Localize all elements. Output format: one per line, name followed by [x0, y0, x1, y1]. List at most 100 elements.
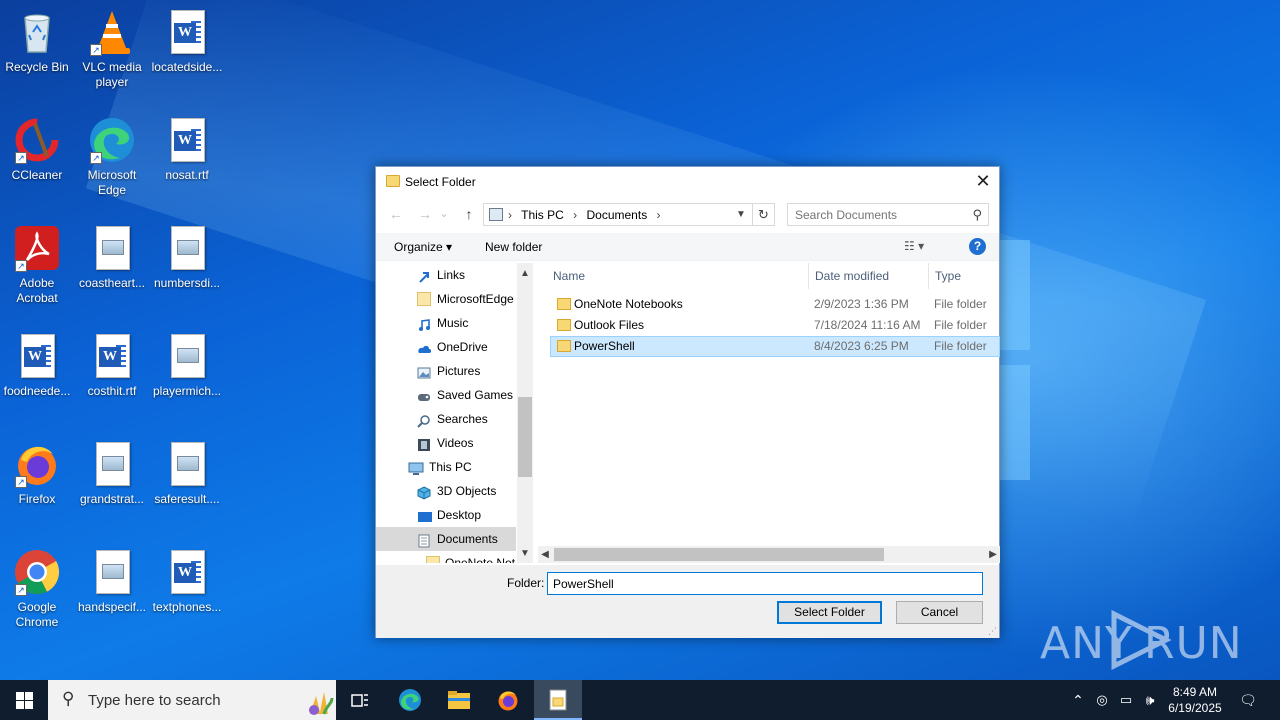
- desktop-icon-foodneede[interactable]: W foodneede...: [0, 332, 74, 399]
- nav-item-microsoftedge[interactable]: MicrosoftEdge: [376, 287, 516, 311]
- desktop-icon-numbersdi[interactable]: numbersdi...: [150, 224, 224, 291]
- taskbar-file-explorer-button[interactable]: [435, 680, 483, 720]
- taskbar-select-folder-button[interactable]: [534, 680, 582, 720]
- desktop-icon: [417, 508, 432, 522]
- desktop-icon-ccleaner[interactable]: ↗ CCleaner: [0, 116, 74, 183]
- desktop-icon-label: foodneede...: [3, 384, 71, 398]
- cancel-button[interactable]: Cancel: [896, 601, 983, 624]
- column-header-date-modified[interactable]: Date modified: [809, 263, 929, 289]
- nav-item-music[interactable]: Music: [376, 311, 516, 335]
- dialog-titlebar[interactable]: Select Folder ✕: [376, 167, 999, 197]
- select-folder-button[interactable]: Select Folder: [777, 601, 882, 624]
- desktop-icon-coastheart[interactable]: coastheart...: [75, 224, 149, 291]
- nav-item-desktop[interactable]: Desktop: [376, 503, 516, 527]
- file-row-powershell[interactable]: PowerShell 8/4/2023 6:25 PM File folder: [550, 336, 1000, 357]
- dialog-app-icon: [549, 689, 567, 711]
- start-button[interactable]: [0, 680, 48, 720]
- desktop-icon-costhit[interactable]: W costhit.rtf: [75, 332, 149, 399]
- desktop-icon-playermich[interactable]: playermich...: [150, 332, 224, 399]
- new-folder-button[interactable]: New folder: [485, 240, 542, 254]
- column-header-type[interactable]: Type: [929, 263, 1000, 289]
- breadcrumb-this-pc[interactable]: This PC: [521, 208, 564, 222]
- command-bar: Organize ▾ New folder ☷ ▾ ?: [376, 233, 999, 261]
- refresh-icon[interactable]: ↻: [752, 204, 774, 225]
- taskbar-search-box[interactable]: ⚲ Type here to search: [48, 680, 336, 720]
- search-box[interactable]: ⚲: [787, 203, 989, 226]
- image-file-icon: [88, 548, 136, 596]
- desktop-icon-vlc[interactable]: ↗ VLC media player: [75, 8, 149, 90]
- chevron-down-icon[interactable]: ▼: [734, 205, 748, 225]
- desktop-icon-label: costhit.rtf: [87, 384, 137, 398]
- nav-item-documents[interactable]: Documents: [376, 527, 516, 551]
- taskbar-edge-button[interactable]: [386, 680, 434, 720]
- show-hidden-icons-chevron-up-icon[interactable]: ⌃: [1068, 680, 1088, 720]
- organize-button[interactable]: Organize ▾: [394, 240, 452, 254]
- music-icon: [417, 316, 431, 331]
- desktop-icon-saferesult[interactable]: saferesult....: [150, 440, 224, 507]
- volume-icon[interactable]: 🕪: [1140, 680, 1160, 720]
- desktop-icon-firefox[interactable]: ↗ Firefox: [0, 440, 74, 507]
- nav-item-3d-objects[interactable]: 3D Objects: [376, 479, 516, 503]
- recent-locations-button[interactable]: ⌄: [437, 203, 451, 225]
- nav-item-searches[interactable]: Searches: [376, 407, 516, 431]
- file-list-horizontal-scrollbar[interactable]: ◀ ▶: [538, 546, 1000, 563]
- up-button[interactable]: ↑: [458, 203, 480, 225]
- image-file-icon: [88, 440, 136, 488]
- desktop-icon-recycle-bin[interactable]: Recycle Bin: [0, 8, 74, 75]
- scroll-right-arrow-icon[interactable]: ▶: [986, 546, 1000, 563]
- scrollbar-thumb[interactable]: [554, 548, 884, 561]
- edge-icon: ↗: [88, 116, 136, 164]
- nav-item-onenote-notebooks[interactable]: OneNote Not: [376, 551, 516, 563]
- task-view-button[interactable]: [336, 680, 384, 720]
- desktop-icon-textphones[interactable]: W textphones...: [150, 548, 224, 615]
- resize-grip-icon[interactable]: ⋰: [988, 626, 997, 637]
- nav-item-this-pc[interactable]: This PC: [376, 455, 516, 479]
- folder-name-field[interactable]: [547, 572, 983, 595]
- desktop-icon-adobe-acrobat[interactable]: ↗ Adobe Acrobat: [0, 224, 74, 306]
- saved-games-icon: [417, 388, 431, 402]
- folder-icon: [426, 556, 440, 563]
- nav-item-saved-games[interactable]: Saved Games: [376, 383, 516, 407]
- desktop-icon-google-chrome[interactable]: ↗ Google Chrome: [0, 548, 74, 630]
- desktop-icon-label: numbersdi...: [153, 276, 221, 290]
- word-document-icon: W: [163, 8, 211, 56]
- meet-now-icon[interactable]: ◎: [1092, 680, 1112, 720]
- nav-item-links[interactable]: Links: [376, 263, 516, 287]
- navigation-pane-scrollbar[interactable]: ▲ ▼: [517, 263, 533, 563]
- word-document-icon: W: [88, 332, 136, 380]
- desktop-icon-locatedside[interactable]: W locatedside...: [150, 8, 224, 75]
- desktop-icon-nosat[interactable]: W nosat.rtf: [150, 116, 224, 183]
- desktop-icon-label: Adobe Acrobat: [16, 276, 58, 305]
- scroll-down-arrow-icon[interactable]: ▼: [517, 547, 533, 561]
- dialog-footer: Folder: Select Folder Cancel ⋰: [376, 565, 999, 638]
- view-options-button[interactable]: ☷ ▾: [904, 239, 924, 253]
- desktop-icon-microsoft-edge[interactable]: ↗ Microsoft Edge: [75, 116, 149, 198]
- help-button[interactable]: ?: [969, 238, 986, 255]
- nav-item-onedrive[interactable]: OneDrive: [376, 335, 516, 359]
- nav-item-pictures[interactable]: Pictures: [376, 359, 516, 383]
- desktop-icon-handspecif[interactable]: handspecif...: [75, 548, 149, 615]
- forward-button[interactable]: →: [414, 203, 436, 225]
- notifications-icon[interactable]: 🗨: [1234, 680, 1262, 720]
- word-document-icon: W: [13, 332, 61, 380]
- search-input[interactable]: [788, 204, 966, 225]
- desktop-icon-grandstrat[interactable]: grandstrat...: [75, 440, 149, 507]
- word-document-icon: W: [163, 116, 211, 164]
- breadcrumb-documents[interactable]: Documents: [587, 208, 648, 222]
- ccleaner-icon: ↗: [13, 116, 61, 164]
- scroll-up-arrow-icon[interactable]: ▲: [517, 267, 533, 281]
- back-button[interactable]: ←: [385, 203, 407, 225]
- scrollbar-thumb[interactable]: [518, 397, 532, 477]
- desktop-icon-label: saferesult....: [154, 492, 220, 506]
- file-row-outlook-files[interactable]: Outlook Files 7/18/2024 11:16 AM File fo…: [550, 315, 1000, 336]
- file-row-onenote-notebooks[interactable]: OneNote Notebooks 2/9/2023 1:36 PM File …: [550, 294, 1000, 315]
- taskbar-clock[interactable]: 8:49 AM 6/19/2025: [1160, 684, 1230, 716]
- column-header-name[interactable]: Name: [547, 263, 809, 289]
- network-icon[interactable]: ▭: [1116, 680, 1136, 720]
- folder-field-label: Folder:: [507, 576, 545, 590]
- address-bar[interactable]: › This PC › Documents › ▼ ↻: [483, 203, 775, 226]
- close-button[interactable]: ✕: [967, 167, 999, 197]
- nav-item-videos[interactable]: Videos: [376, 431, 516, 455]
- taskbar-firefox-button[interactable]: [484, 680, 532, 720]
- scroll-left-arrow-icon[interactable]: ◀: [538, 546, 552, 563]
